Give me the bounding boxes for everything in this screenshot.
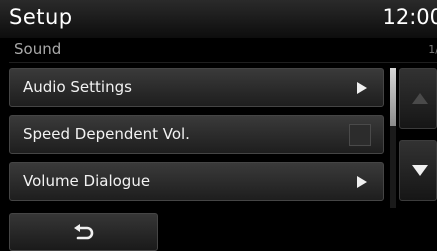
menu-item-audio-settings[interactable]: Audio Settings <box>9 68 384 107</box>
divider <box>9 62 437 63</box>
chevron-right-icon <box>357 82 367 94</box>
breadcrumb: Sound <box>14 40 62 58</box>
page-indicator: 1/ <box>428 43 437 56</box>
menu-item-volume-dialogue[interactable]: Volume Dialogue <box>9 162 384 201</box>
menu-item-label: Volume Dialogue <box>23 172 151 190</box>
back-arrow-icon <box>74 224 94 240</box>
title-bar: Setup 12:00 <box>0 0 437 38</box>
up-arrow-icon <box>412 93 428 104</box>
clock: 12:00 <box>382 5 437 29</box>
down-arrow-icon <box>412 165 428 176</box>
setup-screen: Setup 12:00 Sound 1/ Audio Settings Spee… <box>0 0 437 251</box>
scroll-down-button[interactable] <box>399 140 437 201</box>
chevron-right-icon <box>357 176 367 188</box>
page-title: Setup <box>9 5 73 29</box>
menu-item-label: Speed Dependent Vol. <box>23 125 190 143</box>
scroll-up-button[interactable] <box>399 68 437 129</box>
back-button[interactable] <box>9 213 158 251</box>
speed-dependent-vol-checkbox[interactable] <box>349 124 371 146</box>
menu-item-speed-dependent-vol[interactable]: Speed Dependent Vol. <box>9 115 384 154</box>
menu-item-label: Audio Settings <box>23 78 132 96</box>
scrollbar-thumb[interactable] <box>390 68 396 126</box>
